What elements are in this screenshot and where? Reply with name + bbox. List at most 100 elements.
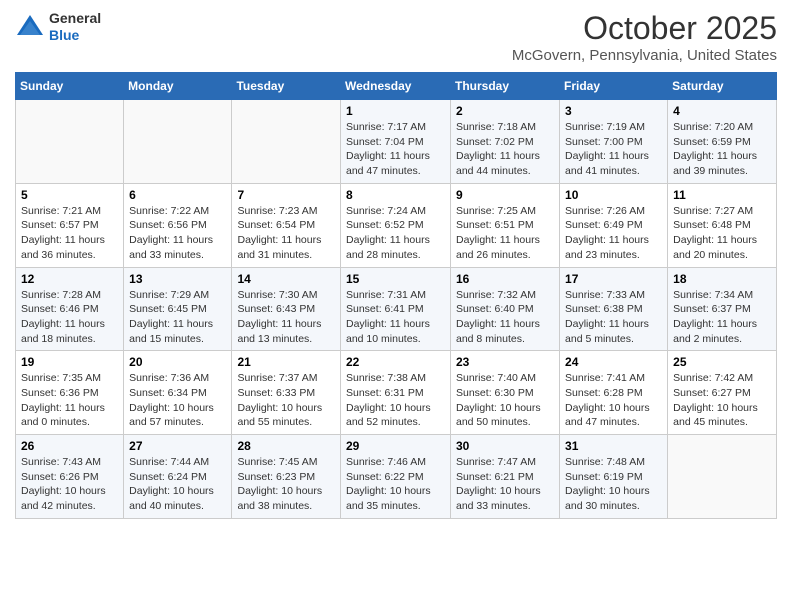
calendar-cell: 15Sunrise: 7:31 AM Sunset: 6:41 PM Dayli… xyxy=(341,267,451,351)
calendar-cell: 7 Sunrise: 7:23 AM Sunset: 6:54 PM Daylig… xyxy=(232,183,341,267)
calendar-header-row: SundayMondayTuesdayWednesdayThursdayFrid… xyxy=(16,73,777,100)
day-number: 17 xyxy=(565,272,662,286)
day-number: 27 xyxy=(129,439,226,453)
calendar-week-3: 12Sunrise: 7:28 AM Sunset: 6:46 PM Dayli… xyxy=(16,267,777,351)
page-subtitle: McGovern, Pennsylvania, United States xyxy=(512,47,777,64)
calendar-cell: 29 Sunrise: 7:46 AM Sunset: 6:22 PM Dayli… xyxy=(341,435,451,519)
day-info: Sunrise: 7:40 AM Sunset: 6:30 PM Dayligh… xyxy=(456,371,554,430)
calendar-cell: 3 Sunrise: 7:19 AM Sunset: 7:00 PM Daylig… xyxy=(560,100,668,184)
calendar-cell: 16Sunrise: 7:32 AM Sunset: 6:40 PM Dayli… xyxy=(451,267,560,351)
day-number: 20 xyxy=(129,355,226,369)
calendar-cell xyxy=(16,100,124,184)
calendar-week-1: 1 Sunrise: 7:17 AM Sunset: 7:04 PM Daylig… xyxy=(16,100,777,184)
page-header: General Blue October 2025 McGovern, Penn… xyxy=(15,10,777,64)
day-info: Sunrise: 7:38 AM Sunset: 6:31 PM Dayligh… xyxy=(346,371,445,430)
day-number: 9 xyxy=(456,188,554,202)
day-info: Sunrise: 7:46 AM Sunset: 6:22 PM Dayligh… xyxy=(346,455,445,514)
day-number: 11 xyxy=(673,188,771,202)
header-thursday: Thursday xyxy=(451,73,560,100)
day-info: Sunrise: 7:29 AM Sunset: 6:45 PM Dayligh… xyxy=(129,288,226,347)
calendar-cell: 5 Sunrise: 7:21 AM Sunset: 6:57 PM Daylig… xyxy=(16,183,124,267)
day-number: 22 xyxy=(346,355,445,369)
calendar-cell: 28Sunrise: 7:45 AM Sunset: 6:23 PM Dayli… xyxy=(232,435,341,519)
day-number: 29 xyxy=(346,439,445,453)
day-number: 5 xyxy=(21,188,118,202)
day-number: 28 xyxy=(237,439,335,453)
day-number: 25 xyxy=(673,355,771,369)
day-number: 13 xyxy=(129,272,226,286)
day-info: Sunrise: 7:22 AM Sunset: 6:56 PM Dayligh… xyxy=(129,204,226,263)
calendar-cell: 10 Sunrise: 7:26 AM Sunset: 6:49 PM Dayli… xyxy=(560,183,668,267)
day-number: 1 xyxy=(346,104,445,118)
day-number: 24 xyxy=(565,355,662,369)
day-info: Sunrise: 7:48 AM Sunset: 6:19 PM Dayligh… xyxy=(565,455,662,514)
calendar-cell: 31 Sunrise: 7:48 AM Sunset: 6:19 PM Dayli… xyxy=(560,435,668,519)
calendar-cell: 19Sunrise: 7:35 AM Sunset: 6:36 PM Dayli… xyxy=(16,351,124,435)
calendar-table: SundayMondayTuesdayWednesdayThursdayFrid… xyxy=(15,72,777,519)
day-number: 15 xyxy=(346,272,445,286)
logo: General Blue xyxy=(15,10,101,44)
day-info: Sunrise: 7:18 AM Sunset: 7:02 PM Dayligh… xyxy=(456,120,554,179)
day-info: Sunrise: 7:41 AM Sunset: 6:28 PM Dayligh… xyxy=(565,371,662,430)
day-info: Sunrise: 7:42 AM Sunset: 6:27 PM Dayligh… xyxy=(673,371,771,430)
day-info: Sunrise: 7:43 AM Sunset: 6:26 PM Dayligh… xyxy=(21,455,118,514)
day-number: 10 xyxy=(565,188,662,202)
calendar-cell xyxy=(232,100,341,184)
logo-text: General Blue xyxy=(49,10,101,44)
calendar-cell: 4 Sunrise: 7:20 AM Sunset: 6:59 PM Daylig… xyxy=(668,100,777,184)
calendar-cell: 26 Sunrise: 7:43 AM Sunset: 6:26 PM Dayli… xyxy=(16,435,124,519)
day-info: Sunrise: 7:33 AM Sunset: 6:38 PM Dayligh… xyxy=(565,288,662,347)
day-number: 30 xyxy=(456,439,554,453)
day-info: Sunrise: 7:44 AM Sunset: 6:24 PM Dayligh… xyxy=(129,455,226,514)
logo-general: General xyxy=(49,10,101,27)
day-info: Sunrise: 7:36 AM Sunset: 6:34 PM Dayligh… xyxy=(129,371,226,430)
header-friday: Friday xyxy=(560,73,668,100)
day-number: 31 xyxy=(565,439,662,453)
calendar-cell xyxy=(668,435,777,519)
calendar-week-5: 26 Sunrise: 7:43 AM Sunset: 6:26 PM Dayli… xyxy=(16,435,777,519)
header-wednesday: Wednesday xyxy=(341,73,451,100)
day-info: Sunrise: 7:35 AM Sunset: 6:36 PM Dayligh… xyxy=(21,371,118,430)
day-info: Sunrise: 7:34 AM Sunset: 6:37 PM Dayligh… xyxy=(673,288,771,347)
logo-icon xyxy=(15,13,45,41)
page-title: October 2025 xyxy=(512,10,777,47)
day-info: Sunrise: 7:25 AM Sunset: 6:51 PM Dayligh… xyxy=(456,204,554,263)
day-number: 21 xyxy=(237,355,335,369)
day-number: 4 xyxy=(673,104,771,118)
day-number: 3 xyxy=(565,104,662,118)
day-info: Sunrise: 7:47 AM Sunset: 6:21 PM Dayligh… xyxy=(456,455,554,514)
calendar-cell: 12Sunrise: 7:28 AM Sunset: 6:46 PM Dayli… xyxy=(16,267,124,351)
day-info: Sunrise: 7:19 AM Sunset: 7:00 PM Dayligh… xyxy=(565,120,662,179)
day-info: Sunrise: 7:20 AM Sunset: 6:59 PM Dayligh… xyxy=(673,120,771,179)
calendar-week-4: 19Sunrise: 7:35 AM Sunset: 6:36 PM Dayli… xyxy=(16,351,777,435)
day-info: Sunrise: 7:37 AM Sunset: 6:33 PM Dayligh… xyxy=(237,371,335,430)
header-tuesday: Tuesday xyxy=(232,73,341,100)
day-number: 23 xyxy=(456,355,554,369)
calendar-cell: 24 Sunrise: 7:41 AM Sunset: 6:28 PM Dayli… xyxy=(560,351,668,435)
day-number: 2 xyxy=(456,104,554,118)
calendar-cell: 23 Sunrise: 7:40 AM Sunset: 6:30 PM Dayli… xyxy=(451,351,560,435)
day-info: Sunrise: 7:21 AM Sunset: 6:57 PM Dayligh… xyxy=(21,204,118,263)
calendar-cell: 9 Sunrise: 7:25 AM Sunset: 6:51 PM Daylig… xyxy=(451,183,560,267)
day-info: Sunrise: 7:17 AM Sunset: 7:04 PM Dayligh… xyxy=(346,120,445,179)
day-info: Sunrise: 7:26 AM Sunset: 6:49 PM Dayligh… xyxy=(565,204,662,263)
calendar-cell: 30 Sunrise: 7:47 AM Sunset: 6:21 PM Dayli… xyxy=(451,435,560,519)
calendar-cell: 13 Sunrise: 7:29 AM Sunset: 6:45 PM Dayli… xyxy=(124,267,232,351)
day-info: Sunrise: 7:30 AM Sunset: 6:43 PM Dayligh… xyxy=(237,288,335,347)
day-number: 6 xyxy=(129,188,226,202)
calendar-cell: 17 Sunrise: 7:33 AM Sunset: 6:38 PM Dayli… xyxy=(560,267,668,351)
calendar-cell: 2 Sunrise: 7:18 AM Sunset: 7:02 PM Daylig… xyxy=(451,100,560,184)
header-saturday: Saturday xyxy=(668,73,777,100)
day-number: 7 xyxy=(237,188,335,202)
day-number: 26 xyxy=(21,439,118,453)
day-info: Sunrise: 7:27 AM Sunset: 6:48 PM Dayligh… xyxy=(673,204,771,263)
day-info: Sunrise: 7:23 AM Sunset: 6:54 PM Dayligh… xyxy=(237,204,335,263)
header-sunday: Sunday xyxy=(16,73,124,100)
title-block: October 2025 McGovern, Pennsylvania, Uni… xyxy=(512,10,777,64)
day-info: Sunrise: 7:28 AM Sunset: 6:46 PM Dayligh… xyxy=(21,288,118,347)
calendar-cell xyxy=(124,100,232,184)
calendar-cell: 6 Sunrise: 7:22 AM Sunset: 6:56 PM Daylig… xyxy=(124,183,232,267)
calendar-cell: 21 Sunrise: 7:37 AM Sunset: 6:33 PM Dayli… xyxy=(232,351,341,435)
calendar-cell: 18Sunrise: 7:34 AM Sunset: 6:37 PM Dayli… xyxy=(668,267,777,351)
day-info: Sunrise: 7:24 AM Sunset: 6:52 PM Dayligh… xyxy=(346,204,445,263)
